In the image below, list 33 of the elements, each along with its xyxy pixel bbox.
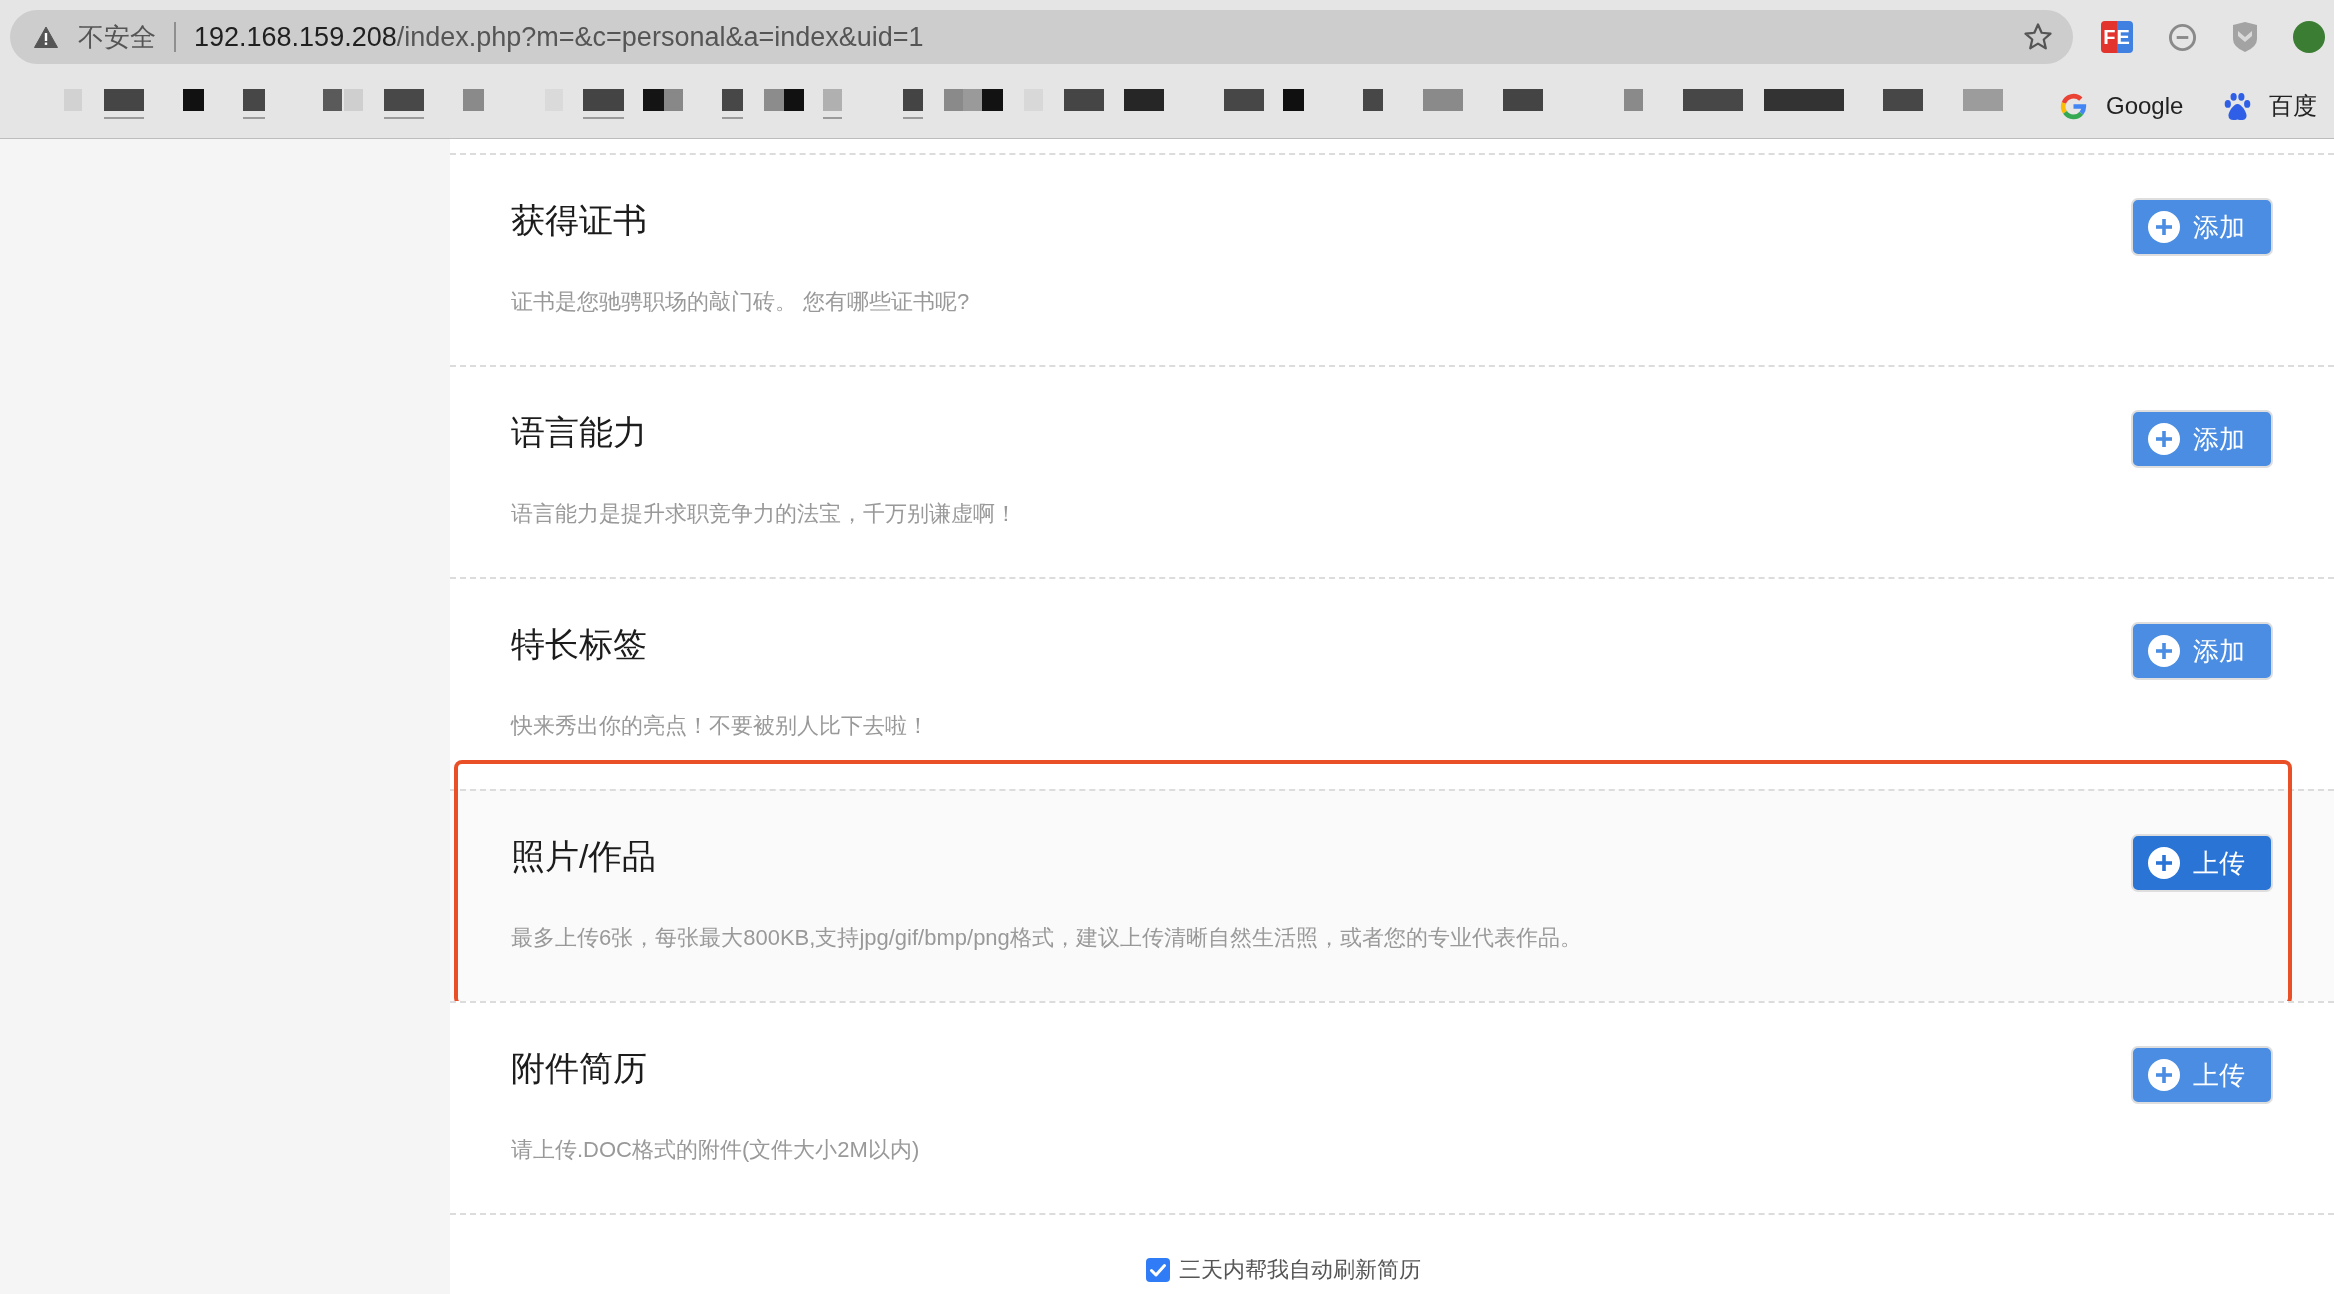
checkbox[interactable] bbox=[1146, 1258, 1170, 1282]
address-bar[interactable]: 不安全 192.168.159.208/index.php?m=&c=personal&a=index&uid=1 bbox=[10, 10, 2073, 64]
section-title: 获得证书 bbox=[511, 200, 647, 241]
plus-circle-icon bbox=[2148, 635, 2180, 667]
action-button[interactable]: 上传 bbox=[2131, 1046, 2273, 1104]
section-title: 附件简历 bbox=[511, 1048, 647, 1089]
action-button[interactable]: 添加 bbox=[2131, 410, 2273, 468]
security-label: 不安全 bbox=[78, 20, 156, 54]
url-path: /index.php?m=&c=personal&a=index&uid=1 bbox=[396, 21, 924, 53]
section-description: 语言能力是提升求职竞争力的法宝，千万别谦虚啊！ bbox=[511, 500, 1018, 528]
section-title: 照片/作品 bbox=[511, 836, 657, 877]
checkbox-label: 三天内帮我自动刷新简历 bbox=[1179, 1258, 1421, 1282]
minus-circle-icon[interactable] bbox=[2168, 22, 2197, 52]
action-button[interactable]: 添加 bbox=[2131, 198, 2273, 256]
bookmark-link[interactable]: 百度 bbox=[2214, 86, 2326, 126]
plus-circle-icon bbox=[2148, 423, 2180, 455]
action-button[interactable]: 添加 bbox=[2131, 622, 2273, 680]
section-description: 证书是您驰骋职场的敲门砖。 您有哪些证书呢? bbox=[511, 288, 971, 316]
shield-icon[interactable] bbox=[2232, 22, 2258, 52]
bookmark-star-icon[interactable] bbox=[2023, 22, 2053, 52]
avatar-icon[interactable] bbox=[2293, 21, 2325, 53]
section-description: 快来秀出你的亮点！不要被别人比下去啦！ bbox=[511, 712, 930, 740]
plus-circle-icon bbox=[2148, 847, 2180, 879]
section-description: 最多上传6张，每张最大800KB,支持jpg/gif/bmp/png格式，建议上传清晰自然生活照，或者您的专业代表作品。 bbox=[511, 924, 1583, 952]
bookmark-link[interactable]: Google bbox=[2050, 86, 2192, 126]
plus-circle-icon bbox=[2148, 1059, 2180, 1091]
section-title: 特长标签 bbox=[511, 624, 647, 665]
section-title: 语言能力 bbox=[511, 412, 647, 453]
url-host: 192.168.159.208 bbox=[194, 21, 397, 53]
action-button[interactable]: 上传 bbox=[2131, 834, 2273, 892]
warning-icon bbox=[34, 26, 58, 48]
plus-circle-icon bbox=[2148, 211, 2180, 243]
section-description: 请上传.DOC格式的附件(文件大小2M以内) bbox=[511, 1136, 921, 1164]
